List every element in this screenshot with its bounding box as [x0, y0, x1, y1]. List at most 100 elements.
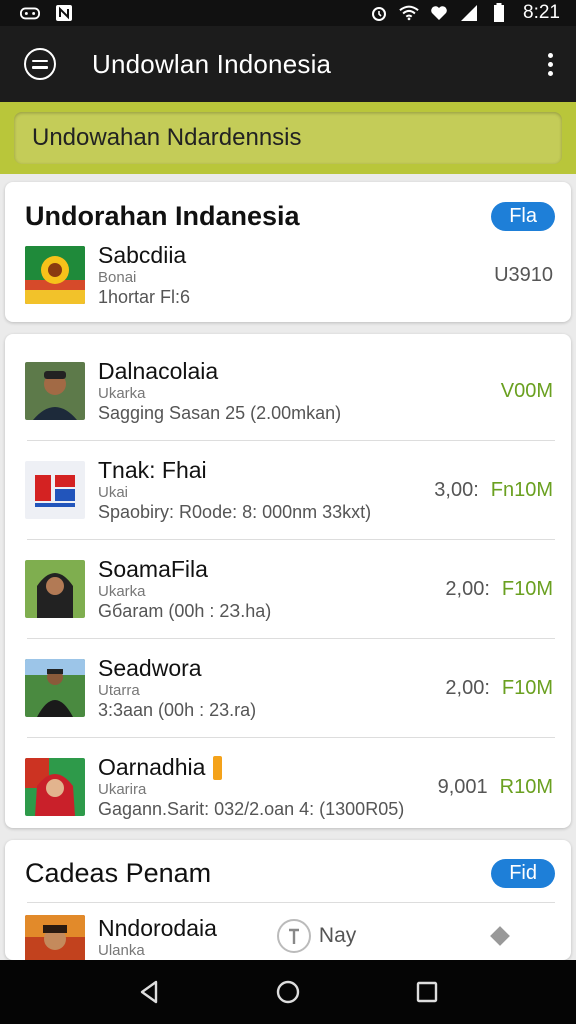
list-item-name: Sabcdiia: [98, 242, 187, 268]
list-item-sub: Ukarira: [98, 781, 147, 798]
recents-square-icon: [416, 981, 437, 1003]
list-item-name: Nndorodaia: [98, 915, 217, 941]
list-item-texts: SoamaFila Ukarka Gбaram (00h : 2З.hа): [98, 556, 271, 622]
list-item-right: V00M: [501, 380, 553, 403]
card-header: Cadeas Penam Fid: [5, 840, 571, 890]
more-options-button[interactable]: [538, 52, 562, 76]
list-item[interactable]: SoamaFila Ukarka Gбaram (00h : 2З.hа) 2,…: [5, 540, 571, 638]
list-item[interactable]: Seadwora Utarra 3:3aan (00h : 23.ra) 2,0…: [5, 639, 571, 737]
list-item[interactable]: Oarnadhia Ukarira Gagann.Sarit: 032/2.oa…: [5, 738, 571, 836]
list-item-sub: Bonai: [98, 269, 137, 286]
filter-pill-button[interactable]: Fla: [491, 201, 555, 231]
list-item-texts: Tnak: Fhai Ukai Spaobiry: R0ode: 8: 000n…: [98, 457, 371, 523]
menu-button[interactable]: [24, 48, 56, 80]
list-item-sub: Ukarka: [98, 583, 146, 600]
status-right: 8:21: [369, 2, 560, 24]
badge-icon: [213, 755, 223, 780]
list-item-detail: 3:3aan (00h : 23.ra): [98, 700, 257, 720]
featured-card: Undorahan Indanesia Fla Sabcdiia Bonai 1…: [5, 182, 571, 322]
filter-pill-button[interactable]: Fid: [491, 858, 555, 888]
more-dot-icon: [547, 70, 553, 76]
app-bar: Undowlan Indonesia: [0, 26, 576, 102]
list-item-name: Seadwora: [98, 655, 202, 681]
list-item-detail: Gagann.Sarit: 032/2.oan 4: (1300R05): [98, 799, 405, 819]
card-title: Cadeas Penam: [25, 857, 212, 888]
list-item-name: SoamaFila: [98, 556, 208, 582]
person-avatar-icon: [25, 758, 85, 816]
list-item-detail: 1hortar Fl:6: [98, 287, 191, 307]
list-item-texts: Dalnacolaia Ukarka Sagging Sasan 25 (2.0…: [98, 358, 341, 424]
home-button[interactable]: [268, 972, 308, 1012]
menu-line-icon: [32, 66, 48, 69]
list-item-name: Dalnacolaia: [98, 358, 219, 384]
alarm-icon: [369, 4, 389, 22]
more-dot-icon: [547, 52, 553, 58]
recents-button[interactable]: [407, 972, 447, 1012]
nav-chip-label: Nay: [318, 924, 357, 947]
banner-search-bar[interactable]: Undowahan Ndardennsis: [14, 112, 562, 164]
app-title: Undowlan Indonesia: [92, 48, 332, 79]
banner-section: Undowahan Ndardennsis: [0, 102, 576, 174]
list-item-sub: Ukai: [98, 484, 129, 501]
battery-icon: [489, 3, 509, 22]
pin-icon: [276, 919, 311, 953]
list-item-texts: Sabcdiia Bonai 1hortar Fl:6: [98, 242, 190, 308]
list-item-texts: Oarnadhia Ukarira Gagann.Sarit: 032/2.oa…: [98, 754, 404, 820]
list-item-detail: Sagging Sasan 25 (2.00mkan): [98, 403, 342, 423]
back-triangle-icon: [141, 980, 158, 1004]
list-item-value: U3910: [494, 263, 553, 286]
menu-line-icon: [32, 59, 48, 62]
list-item-texts: Seadwora Utarra 3:3aan (00h : 23.ra): [98, 655, 256, 721]
home-circle-icon: [276, 980, 300, 1004]
banner-text: Undowahan Ndardennsis: [32, 124, 302, 151]
status-time: 8:21: [523, 2, 560, 23]
list-item-value: Fn10M: [490, 478, 553, 501]
diamond-icon[interactable]: [490, 926, 510, 946]
list-item[interactable]: Dalnacolaia Ukarka Sagging Sasan 25 (2.0…: [5, 342, 571, 440]
status-bar: 8:21: [0, 0, 576, 26]
list-item-texts: Nndorodaia Ulanka: [98, 915, 217, 959]
list-item-amount: 2,00:: [445, 577, 490, 600]
back-button[interactable]: [129, 972, 169, 1012]
card-title: Undorahan Indanesia: [25, 200, 300, 231]
list-item-amount: 9,001: [437, 775, 488, 798]
list-item[interactable]: Nndorodaia Ulanka Nay: [5, 903, 571, 967]
flower-thumbnail-icon: [25, 246, 85, 304]
list-item[interactable]: Tnak: Fhai Ukai Spaobiry: R0ode: 8: 000n…: [5, 441, 571, 539]
listing-card: Dalnacolaia Ukarka Sagging Sasan 25 (2.0…: [5, 334, 571, 828]
flag-thumbnail-icon: [25, 461, 85, 519]
game-controller-icon: [20, 4, 40, 22]
list-item-right: 2,00: F10M: [445, 578, 553, 601]
list-item-sub: Ulanka: [98, 942, 145, 959]
person-avatar-icon: [25, 560, 85, 618]
list-item-right: 2,00: F10M: [445, 677, 553, 700]
list-item-right: 9,001 R10M: [438, 776, 553, 799]
list-item[interactable]: Sabcdiia Bonai 1hortar Fl:6 U3910: [5, 232, 571, 318]
list-item-right: U3910: [494, 264, 553, 287]
system-nav-bar: [0, 960, 576, 1024]
list-item-right: 3,00: Fn10M: [434, 479, 553, 502]
cell-signal-icon: [459, 4, 479, 22]
list-item-detail: Spaobiry: R0ode: 8: 000nm 33kxt): [98, 502, 372, 522]
heart-signal-icon: [429, 4, 449, 22]
list-item-value: R10M: [499, 775, 553, 798]
more-dot-icon: [547, 61, 553, 67]
nav-chip-button[interactable]: Nay: [276, 919, 357, 953]
secondary-card: Cadeas Penam Fid Nndorodaia Ulanka Nay: [5, 840, 571, 967]
list-item-sub: Utarra: [98, 682, 140, 699]
list-item-value: F10M: [501, 676, 553, 699]
wifi-icon: [399, 4, 419, 22]
person-avatar-icon: [25, 659, 85, 717]
card-header: Undorahan Indanesia Fla: [5, 182, 571, 232]
list-item-detail: Gбaram (00h : 2З.hа): [98, 601, 272, 621]
list-item-amount: 2,00:: [445, 676, 490, 699]
list-item-sub: Ukarka: [98, 385, 146, 402]
list-item-value: F10M: [501, 577, 553, 600]
list-item-name-text: Oarnadhia: [98, 754, 206, 780]
n-notification-icon: [54, 4, 74, 22]
list-item-amount: 3,00:: [434, 478, 479, 501]
list-item-name: Tnak: Fhai: [98, 457, 207, 483]
list-item-name: Oarnadhia: [98, 754, 404, 781]
person-avatar-icon: [25, 362, 85, 420]
status-left: [20, 4, 74, 22]
